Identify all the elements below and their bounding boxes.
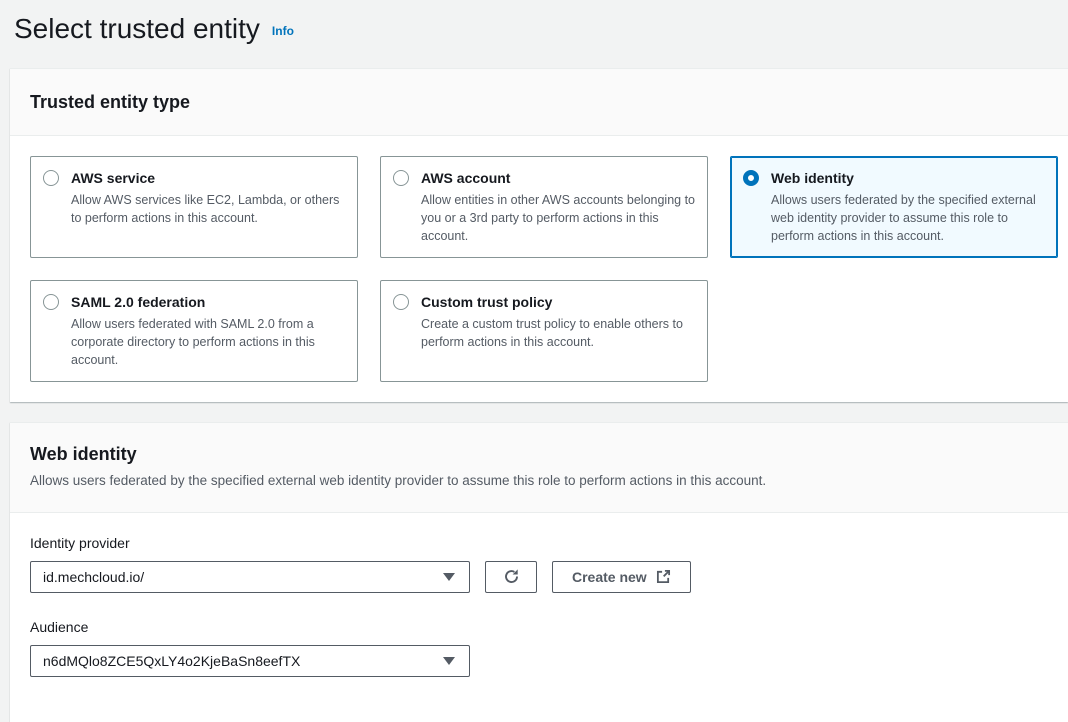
tile-web-identity-text: Web identity Allows users federated by t… [771,168,1045,246]
tile-title: AWS account [421,168,695,188]
info-link[interactable]: Info [272,24,294,38]
tile-aws-account[interactable]: AWS account Allow entities in other AWS … [380,156,708,258]
tile-aws-account-text: AWS account Allow entities in other AWS … [421,168,695,246]
external-link-icon [656,569,671,584]
tile-saml-federation-text: SAML 2.0 federation Allow users federate… [71,292,345,370]
page-title: Select trusted entity [14,12,260,46]
web-identity-header: Web identity Allows users federated by t… [10,423,1068,513]
create-new-button[interactable]: Create new [552,561,691,593]
trusted-entity-tiles: AWS service Allow AWS services like EC2,… [30,156,1048,382]
web-identity-heading: Web identity [30,443,1048,465]
tile-aws-service[interactable]: AWS service Allow AWS services like EC2,… [30,156,358,258]
page-header: Select trusted entity Info [0,0,1068,46]
tile-title: Custom trust policy [421,292,695,312]
refresh-button[interactable] [485,561,537,593]
tile-custom-trust-policy-text: Custom trust policy Create a custom trus… [421,292,695,370]
identity-provider-value: id.mechcloud.io/ [43,569,144,585]
identity-provider-select[interactable]: id.mechcloud.io/ [30,561,470,593]
tile-description: Allow users federated with SAML 2.0 from… [71,315,345,369]
tile-description: Allow entities in other AWS accounts bel… [421,191,695,245]
identity-provider-label: Identity provider [30,533,1048,553]
tile-title: SAML 2.0 federation [71,292,345,312]
tile-web-identity[interactable]: Web identity Allows users federated by t… [730,156,1058,258]
radio-aws-service[interactable] [43,170,59,186]
tile-aws-service-text: AWS service Allow AWS services like EC2,… [71,168,345,246]
chevron-down-icon [443,657,455,665]
radio-saml-federation[interactable] [43,294,59,310]
tile-saml-federation[interactable]: SAML 2.0 federation Allow users federate… [30,280,358,382]
radio-aws-account[interactable] [393,170,409,186]
radio-web-identity[interactable] [743,170,759,186]
web-identity-description: Allows users federated by the specified … [30,471,1048,490]
trusted-entity-type-body: AWS service Allow AWS services like EC2,… [10,136,1068,402]
web-identity-body: Identity provider id.mechcloud.io/ Creat… [10,513,1068,697]
tile-description: Allows users federated by the specified … [771,191,1045,245]
tile-custom-trust-policy[interactable]: Custom trust policy Create a custom trus… [380,280,708,382]
web-identity-card: Web identity Allows users federated by t… [10,422,1068,722]
refresh-icon [503,568,520,585]
create-new-label: Create new [572,569,647,585]
tile-title: AWS service [71,168,345,188]
audience-value: n6dMQlo8ZCE5QxLY4o2KjeBaSn8eefTX [43,653,300,669]
tile-title: Web identity [771,168,1045,188]
chevron-down-icon [443,573,455,581]
audience-field: Audience n6dMQlo8ZCE5QxLY4o2KjeBaSn8eefT… [30,617,1048,677]
trusted-entity-type-heading: Trusted entity type [30,91,1048,113]
audience-label: Audience [30,617,1048,637]
radio-custom-trust-policy[interactable] [393,294,409,310]
trusted-entity-type-header: Trusted entity type [10,69,1068,136]
identity-provider-field: Identity provider id.mechcloud.io/ Creat… [30,533,1048,593]
tile-description: Allow AWS services like EC2, Lambda, or … [71,191,345,227]
tile-description: Create a custom trust policy to enable o… [421,315,695,351]
trusted-entity-type-card: Trusted entity type AWS service Allow AW… [10,68,1068,402]
audience-select[interactable]: n6dMQlo8ZCE5QxLY4o2KjeBaSn8eefTX [30,645,470,677]
